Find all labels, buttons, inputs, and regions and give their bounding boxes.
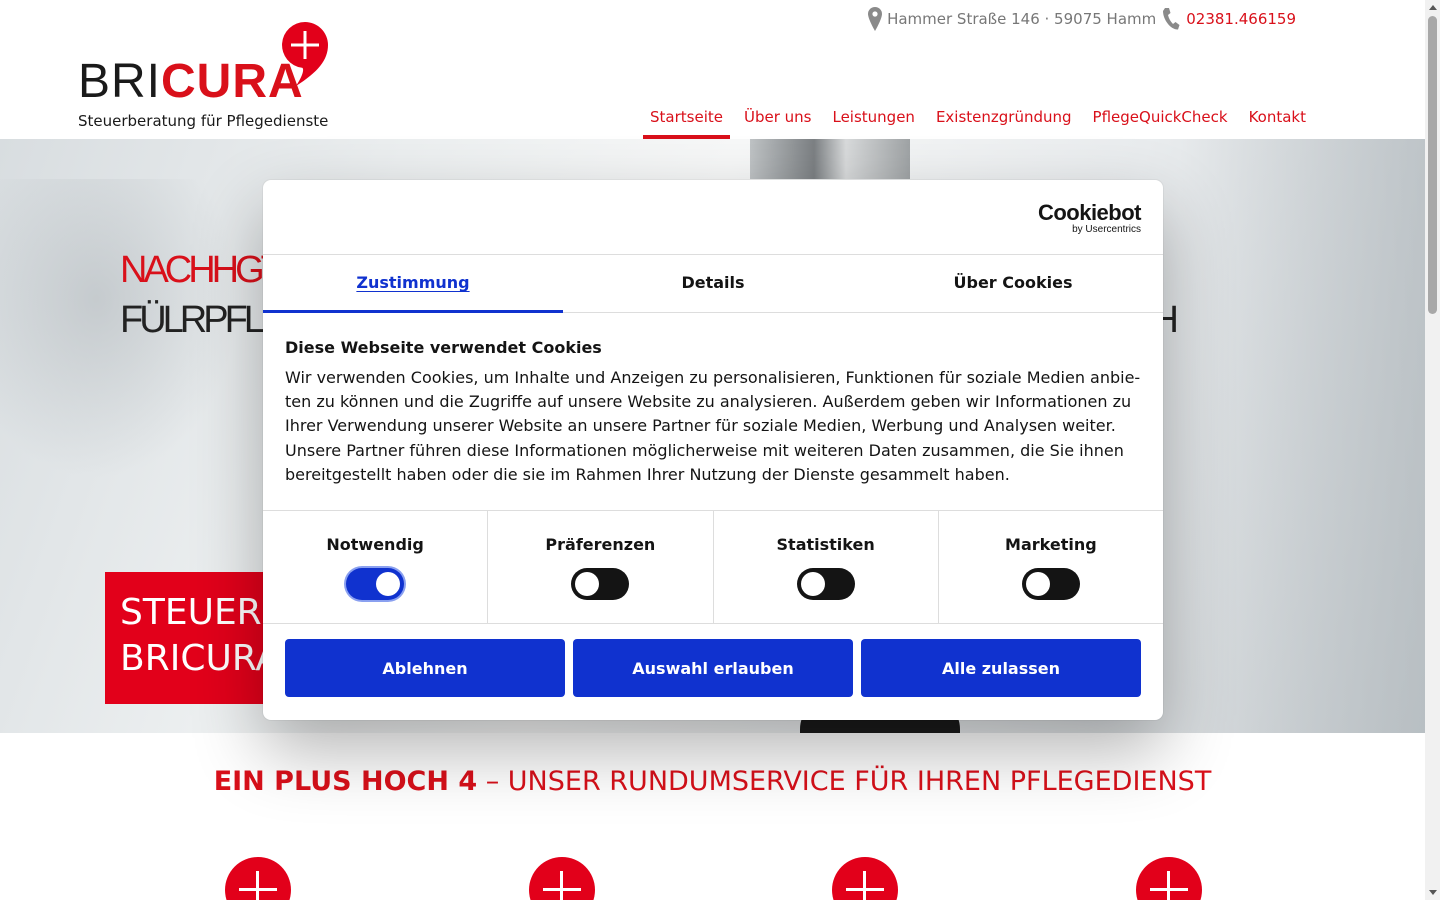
nav-startseite[interactable]: Startseite	[643, 104, 730, 139]
nav-leistungen[interactable]: Leistungen	[825, 104, 921, 139]
dialog-tabs: Zustimmung Details Über Cookies	[263, 255, 1163, 313]
contact-info: Hammer Straße 146 · 59075 Hamm 02381.466…	[868, 5, 1296, 33]
logo-tagline: Steuerberatung für Pflegedienste	[78, 112, 329, 130]
map-pin-icon	[868, 7, 883, 31]
toggle-knob	[376, 572, 401, 596]
scroll-down-arrow-icon[interactable]	[1429, 890, 1437, 895]
dialog-title: Diese Webseite verwendet Cookies	[285, 338, 602, 357]
toggle-group-praeferenzen: Präferenzen	[488, 511, 714, 623]
tab-zustimmung[interactable]: Zustimmung	[263, 255, 563, 313]
cookiebot-logo: Cookiebot by Usercentrics	[1037, 200, 1142, 235]
toggle-statistiken[interactable]	[796, 568, 855, 600]
toggle-group-marketing: Marketing	[939, 511, 1163, 623]
bricura-logo[interactable]: BRICURA Steuerberatung für Pflegedienste	[78, 22, 338, 134]
section-title: EIN PLUS HOCH 4 – UNSER RUNDUMSERVICE FÜ…	[0, 766, 1425, 797]
plus-circle-icon	[225, 857, 291, 900]
allow-all-button[interactable]: Alle zulassen	[861, 639, 1141, 697]
nav-kontakt[interactable]: Kontakt	[1242, 104, 1313, 139]
scroll-up-arrow-icon[interactable]	[1429, 5, 1437, 10]
dialog-description: Wir verwenden Cookies, um Inhalte und An…	[285, 368, 1141, 484]
allow-selection-button[interactable]: Auswahl erlauben	[573, 639, 853, 697]
nav-pflegequickcheck[interactable]: PflegeQuickCheck	[1086, 104, 1235, 139]
toggle-label: Präferenzen	[545, 535, 656, 554]
plus-circle-icon	[832, 857, 898, 900]
nav-ueber-uns[interactable]: Über uns	[737, 104, 819, 139]
toggle-knob	[800, 572, 825, 596]
hero-background-shape	[750, 139, 910, 179]
dialog-header: Cookiebot by Usercentrics	[263, 180, 1163, 255]
site-header: BRICURA Steuerberatung für Pflegedienste…	[0, 0, 1425, 139]
tab-ueber-cookies[interactable]: Über Cookies	[863, 255, 1163, 312]
address-text: Hammer Straße 146 · 59075 Hamm	[887, 10, 1157, 28]
toggle-label: Statistiken	[776, 535, 875, 554]
plus-circle-icon	[1136, 857, 1202, 900]
toggle-group-statistiken: Statistiken	[714, 511, 939, 623]
toggle-group-notwendig: Notwendig	[263, 511, 489, 623]
cookie-consent-dialog: Cookiebot by Usercentrics Zustimmung Det…	[263, 180, 1163, 720]
decline-button[interactable]: Ablehnen	[285, 639, 565, 697]
main-nav: Startseite Über uns Leistungen Existenzg…	[636, 104, 1313, 139]
toggle-label: Notwendig	[326, 535, 424, 554]
logo-wordmark: BRICURA	[78, 55, 304, 108]
section-title-rest: – UNSER RUNDUMSERVICE FÜR IHREN PFLEGEDI…	[477, 766, 1212, 797]
hero-background-shape	[1180, 139, 1425, 733]
toggle-knob	[1025, 572, 1050, 596]
dialog-buttons: Ablehnen Auswahl erlauben Alle zulassen	[285, 639, 1141, 697]
scroll-thumb[interactable]	[1428, 16, 1437, 314]
toggle-knob	[575, 572, 600, 596]
cookiebot-brand: Cookiebot	[1037, 200, 1142, 225]
cookiebot-brand-sub: by Usercentrics	[1072, 224, 1141, 235]
phone-link[interactable]: 02381.466159	[1186, 10, 1296, 28]
toggle-notwendig[interactable]	[346, 568, 405, 600]
tab-details[interactable]: Details	[563, 255, 863, 312]
toggle-praeferenzen[interactable]	[571, 568, 630, 600]
page-scrollbar[interactable]	[1425, 0, 1440, 900]
toggle-label: Marketing	[1005, 535, 1097, 554]
consent-toggles: Notwendig Präferenzen Statistiken Market…	[263, 510, 1163, 624]
toggle-marketing[interactable]	[1021, 568, 1080, 600]
plus-circle-icon	[529, 857, 595, 900]
section-title-bold: EIN PLUS HOCH 4	[213, 766, 478, 797]
phone-icon	[1163, 8, 1180, 30]
nav-existenzgruendung[interactable]: Existenzgründung	[929, 104, 1079, 139]
